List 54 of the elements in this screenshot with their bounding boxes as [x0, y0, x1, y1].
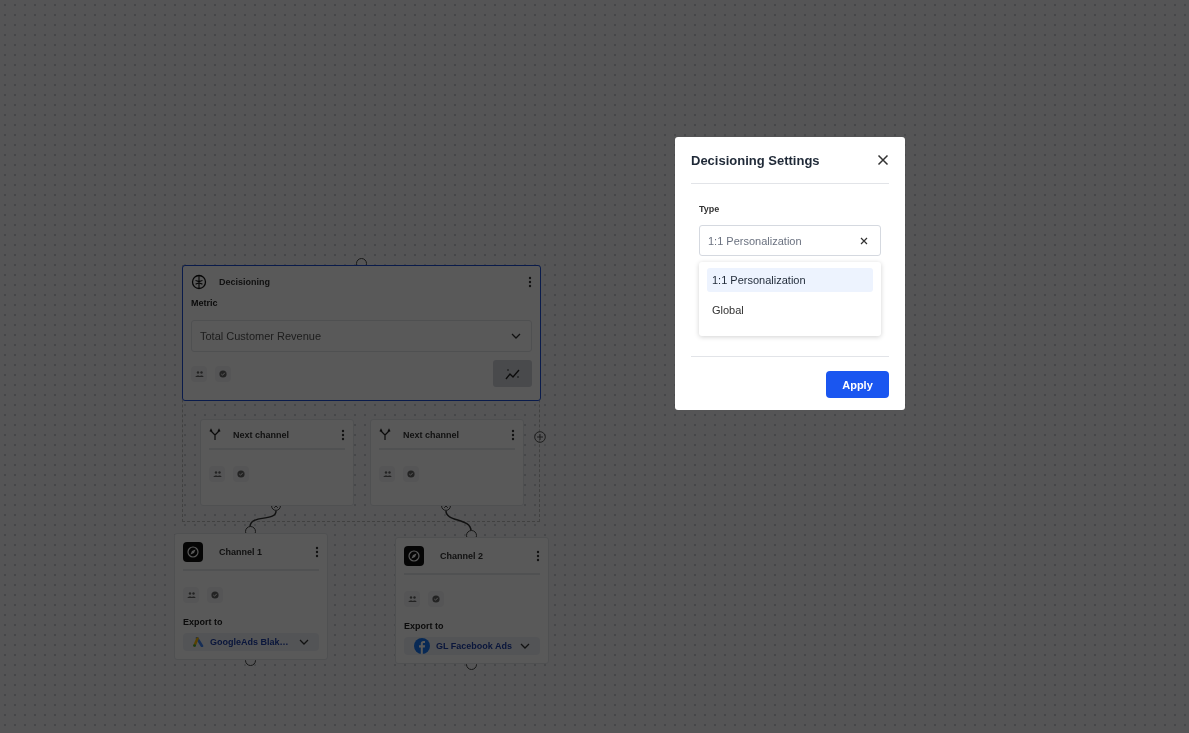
destination-dropdown[interactable]: GoogleAds Blak…: [183, 633, 319, 651]
more-icon[interactable]: [536, 550, 540, 562]
type-label: Type: [699, 204, 721, 214]
people-icon: [379, 466, 395, 482]
branch-node[interactable]: Next channel: [200, 419, 354, 506]
more-icon[interactable]: [341, 428, 345, 441]
people-icon: [209, 466, 225, 482]
check-badge-icon: [207, 587, 223, 603]
dropdown-option[interactable]: 1:1 Personalization: [707, 268, 873, 292]
channel-node[interactable]: Channel 1 Export to GoogleAds Blak…: [174, 533, 328, 660]
metric-dropdown[interactable]: Total Customer Revenue: [191, 320, 532, 352]
type-select[interactable]: 1:1 Personalization: [699, 225, 881, 256]
more-icon[interactable]: [511, 428, 515, 441]
close-icon[interactable]: [877, 154, 889, 166]
check-badge-icon: [215, 365, 231, 382]
connector-line: [445, 510, 472, 532]
google-ads-icon: [193, 637, 204, 647]
metric-label: Metric: [191, 298, 219, 308]
chevron-down-icon: [299, 639, 309, 645]
export-label: Export to: [404, 621, 445, 631]
fork-icon: [379, 428, 391, 441]
node-title: Channel 2: [440, 551, 483, 561]
trend-icon: [504, 367, 521, 380]
people-icon: [191, 365, 207, 382]
decisioning-node[interactable]: Decisioning Metric Total Customer Revenue: [182, 265, 541, 401]
add-icon[interactable]: [534, 431, 546, 443]
channel-node[interactable]: Channel 2 Export to GL Facebook Ads: [395, 537, 549, 664]
apply-button[interactable]: Apply: [826, 371, 889, 398]
more-icon[interactable]: [528, 276, 532, 288]
dialog-title: Decisioning Settings: [691, 152, 820, 168]
chevron-down-icon: [520, 643, 530, 649]
destination-dropdown[interactable]: GL Facebook Ads: [404, 637, 540, 655]
compass-icon: [183, 542, 203, 562]
fork-icon: [209, 428, 221, 441]
check-badge-icon: [403, 466, 419, 482]
connector-line: [249, 510, 277, 528]
branch-node[interactable]: Next channel: [370, 419, 524, 506]
node-title: Next channel: [403, 429, 460, 440]
people-icon: [404, 591, 420, 607]
facebook-icon: [414, 638, 430, 654]
dropdown-option[interactable]: Global: [707, 298, 873, 322]
node-title: Decisioning: [219, 277, 270, 287]
node-title: Next channel: [233, 429, 290, 440]
brain-icon: [191, 274, 207, 290]
people-icon: [183, 587, 199, 603]
more-icon[interactable]: [315, 546, 319, 558]
export-label: Export to: [183, 617, 224, 627]
chevron-down-icon: [511, 333, 521, 339]
clear-icon[interactable]: [860, 236, 868, 245]
check-badge-icon: [233, 466, 249, 482]
node-title: Channel 1: [219, 547, 262, 557]
check-badge-icon: [428, 591, 444, 607]
compass-icon: [404, 546, 424, 566]
trend-button[interactable]: [493, 360, 532, 387]
